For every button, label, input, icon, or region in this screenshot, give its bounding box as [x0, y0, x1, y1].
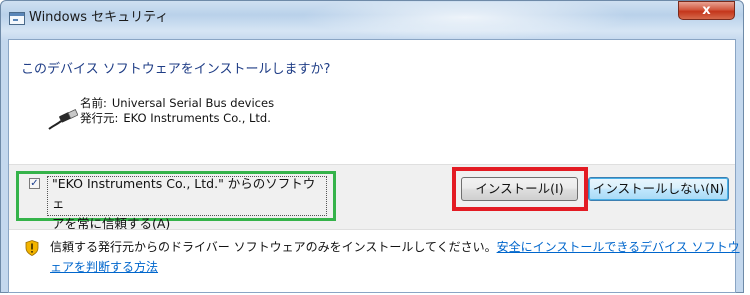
device-name-value: Universal Serial Bus devices — [111, 96, 275, 110]
trust-checkbox-label[interactable]: "EKO Instruments Co., Ltd." からのソフトウェ アを常… — [52, 174, 324, 234]
shield-warning-icon — [25, 240, 39, 256]
trust-label-line1: "EKO Instruments Co., Ltd." からのソフトウェ — [52, 176, 316, 211]
device-name-row: 名前: Universal Serial Bus devices — [80, 95, 274, 111]
publisher-value: EKO Instruments Co., Ltd. — [123, 111, 271, 125]
install-question: このデバイス ソフトウェアをインストールしますか? — [21, 62, 331, 77]
window-title: Windows セキュリティ — [29, 10, 169, 25]
usb-plug-icon — [48, 109, 78, 130]
window-app-icon — [9, 12, 25, 25]
footer-note: 信頼する発行元からのドライバー ソフトウェアのみをインストールしてください。安全… — [50, 237, 742, 277]
publisher-label: 発行元: — [80, 111, 119, 125]
trust-label-line2: アを常に信頼する(A) — [52, 216, 171, 231]
dont-install-button[interactable]: インストールしない(N) — [588, 177, 729, 201]
footer-text: 信頼する発行元からのドライバー ソフトウェアのみをインストールしてください。 — [50, 240, 497, 254]
install-button[interactable]: インストール(I) — [461, 177, 578, 201]
device-name-label: 名前: — [80, 96, 107, 110]
close-button[interactable]: x — [678, 1, 735, 20]
title-bar-glow — [300, 2, 630, 40]
device-publisher-row: 発行元: EKO Instruments Co., Ltd. — [80, 110, 271, 126]
trust-checkbox[interactable]: ✓ — [29, 178, 40, 189]
